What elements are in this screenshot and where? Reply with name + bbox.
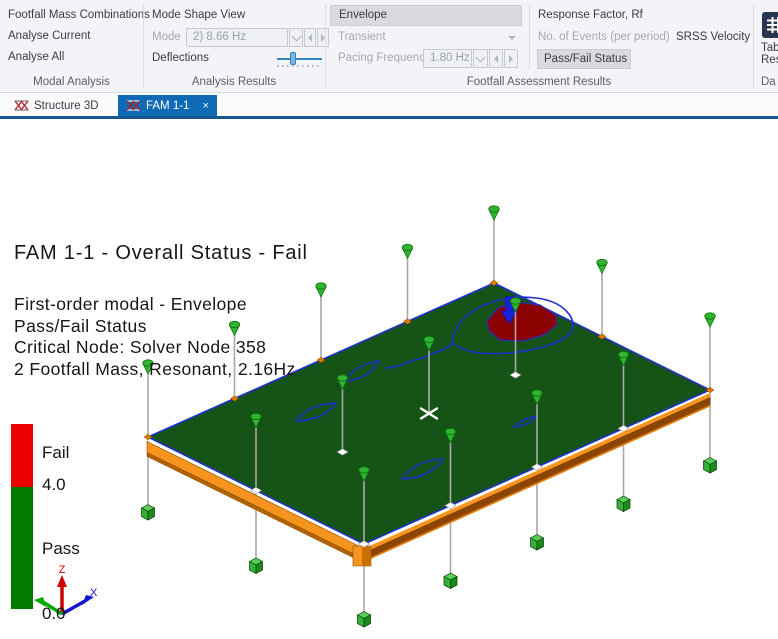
mode-next-button[interactable] [317, 28, 329, 47]
pass-fail-status-button-selected[interactable]: Pass/Fail Status [537, 49, 631, 69]
analysis-results-group-label: Analysis Results [143, 76, 325, 88]
mode-label: Mode [152, 31, 181, 43]
arrow-right-icon [509, 55, 513, 63]
modal-analysis-group-label: Modal Analysis [0, 76, 143, 88]
chevron-down-icon [476, 52, 486, 62]
mode-previous-button[interactable] [304, 28, 316, 47]
ribbon-inner-separator [529, 4, 530, 70]
analyse-current-button[interactable]: Analyse Current [8, 30, 90, 42]
structure-thumbnail-icon [14, 99, 29, 112]
legend-fail-label: Fail [42, 443, 69, 463]
response-factor-button[interactable]: Response Factor, Rf [538, 9, 643, 21]
result-info-line: Critical Node: Solver Node 358 [14, 337, 266, 358]
document-tab-bar: Structure 3D FAM 1-1 × [0, 93, 778, 119]
mode-shape-view-button[interactable]: Mode Shape View [152, 9, 245, 21]
application-window: Footfall Mass Combinations Analyse Curre… [0, 0, 778, 639]
result-info-line: 2 Footfall Mass, Resonant, 2.16Hz [14, 359, 296, 380]
tab-structure-3d[interactable]: Structure 3D [6, 95, 107, 116]
data-group-label: Da [761, 76, 778, 88]
axis-x-label: X [90, 587, 98, 599]
pacing-previous-button[interactable] [489, 49, 503, 68]
ribbon-separator [753, 4, 754, 88]
ribbon: Footfall Mass Combinations Analyse Curre… [0, 0, 778, 93]
legend-pass-label: Pass [42, 539, 80, 559]
overall-status-title: FAM 1-1 - Overall Status - Fail [14, 242, 308, 265]
tab-label: FAM 1-1 [146, 100, 189, 112]
mode-dropdown-button[interactable] [289, 28, 303, 47]
pacing-frequency-combobox[interactable]: 1.80 Hz [423, 49, 472, 68]
tabular-results-button-label2[interactable]: Res [761, 54, 778, 66]
legend-fail-swatch [11, 424, 33, 487]
footfall-assessment-results-group-label: Footfall Assessment Results [325, 76, 753, 88]
legend-pass-swatch [11, 487, 33, 609]
srss-velocity-button[interactable]: SRSS Velocity [676, 31, 750, 43]
mode-combobox[interactable]: 2) 8.66 Hz [186, 28, 288, 47]
structure-thumbnail-icon [126, 99, 141, 112]
transient-button[interactable]: Transient [338, 31, 386, 43]
arrow-left-icon [494, 55, 498, 63]
chevron-down-icon [291, 31, 301, 41]
legend-pass-min-value: 0.0 [42, 604, 66, 624]
transient-dropdown-icon[interactable] [508, 36, 516, 40]
deflections-slider-handle[interactable] [290, 52, 296, 65]
pacing-dropdown-button[interactable] [473, 49, 488, 68]
pacing-next-button[interactable] [504, 49, 518, 68]
tabular-results-icon[interactable] [762, 12, 778, 38]
analyse-all-button[interactable]: Analyse All [8, 51, 64, 63]
result-info-line: First-order modal - Envelope [14, 294, 247, 315]
arrow-left-icon [308, 34, 312, 42]
events-per-period-button[interactable]: No. of Events (per period) [538, 31, 670, 43]
deflections-slider-ticks [277, 65, 322, 67]
deflections-label: Deflections [152, 52, 209, 64]
result-info-line: Pass/Fail Status [14, 316, 147, 337]
model-viewport: FAM 1-1 - Overall Status - Fail First-or… [0, 119, 778, 639]
legend-fail-max-value: 4.0 [42, 475, 66, 495]
tab-fam-1-1-active[interactable]: FAM 1-1 × [118, 95, 217, 116]
close-icon[interactable]: × [202, 100, 208, 112]
tab-label: Structure 3D [34, 100, 99, 112]
pacing-frequency-label: Pacing Frequency [338, 52, 431, 64]
footfall-mass-combinations-button[interactable]: Footfall Mass Combinations [8, 9, 150, 21]
envelope-button-selected[interactable]: Envelope [330, 5, 522, 26]
axis-z-label: Z [59, 564, 66, 576]
deflections-slider-track[interactable] [277, 58, 322, 60]
tabular-results-button-label[interactable]: Tab [761, 42, 778, 54]
